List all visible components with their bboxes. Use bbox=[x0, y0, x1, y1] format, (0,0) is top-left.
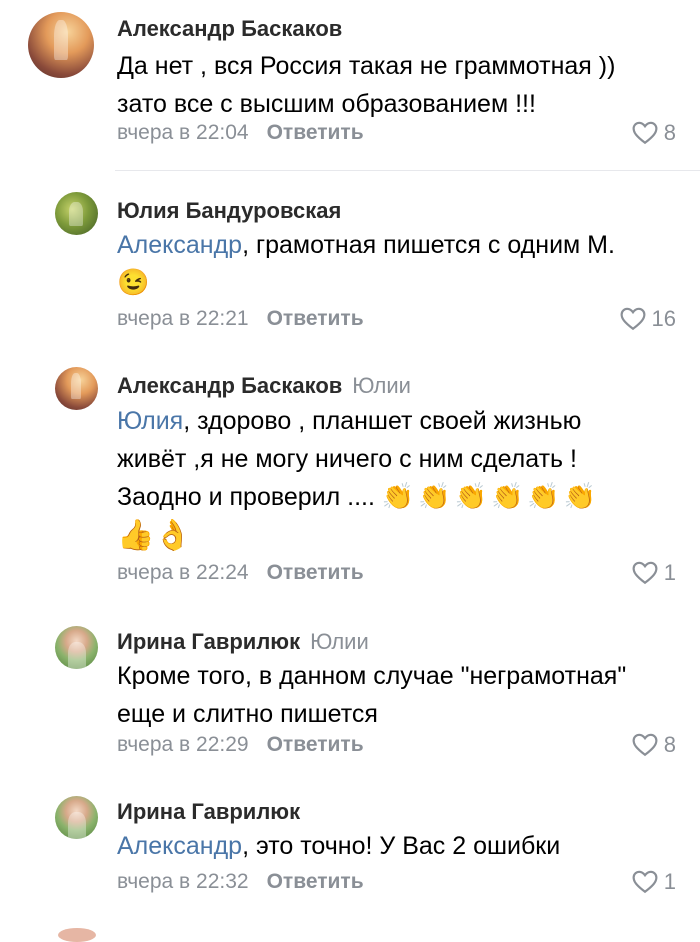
heart-outline-icon bbox=[632, 561, 658, 585]
like-count: 16 bbox=[651, 306, 676, 331]
like-count: 1 bbox=[663, 869, 676, 894]
author-name[interactable]: Юлия Бандуровская bbox=[117, 198, 341, 224]
avatar[interactable] bbox=[55, 626, 98, 669]
comment-line: Да нет , вся Россия такая не граммотная … bbox=[117, 52, 616, 80]
timestamp[interactable]: вчера в 22:29 bbox=[117, 733, 249, 756]
avatar[interactable] bbox=[55, 367, 98, 410]
comment-line: Заодно и проверил .... bbox=[117, 483, 375, 511]
author-name[interactable]: Александр Баскаков bbox=[117, 16, 342, 42]
like-count: 1 bbox=[663, 560, 676, 585]
comment-text-rest: , здорово , планшет своей жизнью bbox=[183, 407, 582, 435]
clapping-emoji: 👏👏👏👏👏👏 bbox=[381, 481, 601, 511]
comment-line: еще и слитно пишется bbox=[117, 700, 378, 728]
reply-button[interactable]: Ответить bbox=[267, 870, 364, 893]
wink-emoji: 😉 bbox=[117, 267, 150, 297]
author-name[interactable]: Ирина Гаврилюк bbox=[117, 799, 300, 825]
heart-outline-icon bbox=[632, 870, 658, 894]
comment-text: Александр, это точно! У Вас 2 ошибки bbox=[117, 827, 560, 865]
author-link[interactable]: Ирина Гаврилюк bbox=[117, 629, 300, 654]
mention-link[interactable]: Александр bbox=[117, 832, 242, 860]
like-button[interactable]: 16 bbox=[620, 306, 676, 332]
like-button[interactable]: 1 bbox=[632, 560, 676, 586]
reply-button[interactable]: Ответить bbox=[267, 307, 364, 330]
heart-outline-icon bbox=[632, 121, 658, 145]
like-button[interactable]: 8 bbox=[632, 120, 676, 146]
divider bbox=[115, 170, 700, 171]
reply-to-name[interactable]: Юлии bbox=[310, 629, 369, 654]
emoji-line: 👍👌 bbox=[117, 519, 192, 552]
reply-button[interactable]: Ответить bbox=[267, 733, 364, 756]
reply-button[interactable]: Ответить bbox=[267, 121, 364, 144]
avatar[interactable] bbox=[55, 192, 98, 235]
heart-outline-icon bbox=[632, 733, 658, 757]
comment-text: Кроме того, в данном случае "неграмотная… bbox=[117, 657, 626, 733]
mention-link[interactable]: Александр bbox=[117, 231, 242, 259]
like-button[interactable]: 1 bbox=[632, 869, 676, 895]
author-link[interactable]: Александр Баскаков bbox=[117, 373, 342, 398]
comment-meta: вчера в 22:32 Ответить bbox=[117, 870, 364, 894]
comment-meta: вчера в 22:24 Ответить bbox=[117, 561, 364, 585]
timestamp[interactable]: вчера в 22:21 bbox=[117, 307, 249, 330]
comment-meta: вчера в 22:21 Ответить bbox=[117, 307, 364, 331]
comment-line: Кроме того, в данном случае "неграмотная… bbox=[117, 662, 627, 690]
timestamp[interactable]: вчера в 22:32 bbox=[117, 870, 249, 893]
avatar[interactable] bbox=[55, 796, 98, 839]
avatar[interactable] bbox=[28, 12, 94, 78]
timestamp[interactable]: вчера в 22:04 bbox=[117, 121, 249, 144]
comment-meta: вчера в 22:04 Ответить bbox=[117, 121, 364, 145]
comment-text: Александр, грамотная пишется с одним М. … bbox=[117, 226, 615, 302]
author-name: Ирина Гаврилюк Юлии bbox=[117, 629, 369, 655]
reply-to-name[interactable]: Юлии bbox=[352, 373, 411, 398]
comment-line: живёт ,я не могу ничего с ним сделать ! bbox=[117, 445, 577, 473]
comment-text: Юлия, здорово , планшет своей жизнью жив… bbox=[117, 402, 600, 516]
comment-text-rest: , это точно! У Вас 2 ошибки bbox=[242, 832, 561, 860]
timestamp[interactable]: вчера в 22:24 bbox=[117, 561, 249, 584]
comment-line: зато все с высшим образованием !!! bbox=[117, 90, 536, 118]
mention-link[interactable]: Юлия bbox=[117, 407, 183, 435]
reply-button[interactable]: Ответить bbox=[267, 561, 364, 584]
comment-text-rest: , грамотная пишется с одним М. bbox=[242, 231, 615, 259]
heart-outline-icon bbox=[620, 307, 645, 331]
like-count: 8 bbox=[663, 120, 676, 145]
comment-meta: вчера в 22:29 Ответить bbox=[117, 733, 364, 757]
next-avatar-partial bbox=[58, 928, 96, 942]
comment-text: Да нет , вся Россия такая не граммотная … bbox=[117, 47, 615, 123]
author-name: Александр Баскаков Юлии bbox=[117, 373, 411, 399]
like-button[interactable]: 8 bbox=[632, 732, 676, 758]
like-count: 8 bbox=[663, 732, 676, 757]
